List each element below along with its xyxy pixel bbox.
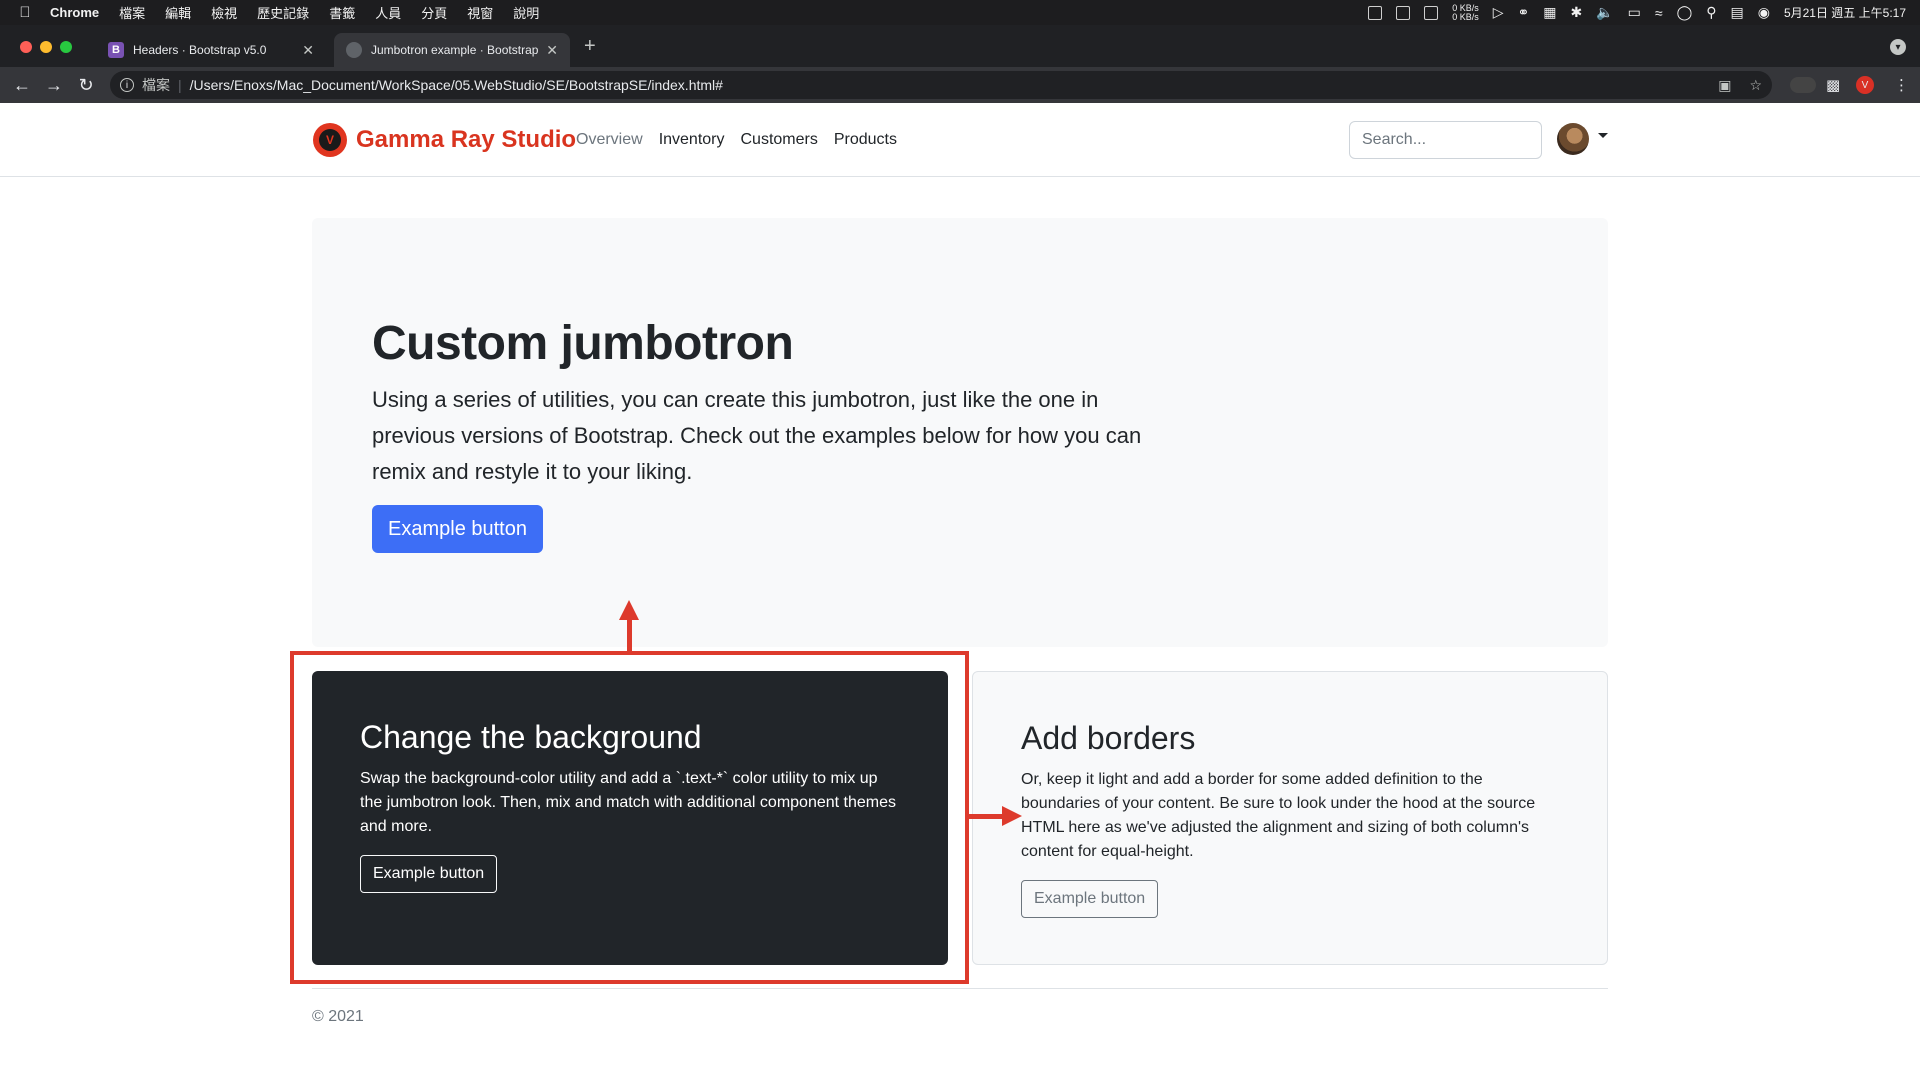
profile-extension-icon[interactable]: V xyxy=(1856,76,1874,94)
memory-monitor-icon[interactable] xyxy=(1396,5,1411,20)
extension-toggle-icon[interactable] xyxy=(1790,77,1816,93)
dark-card-text: Swap the background-color utility and ad… xyxy=(360,770,896,835)
play-icon[interactable]: ▷ xyxy=(1493,4,1504,21)
brand-logo-letter: V xyxy=(319,129,341,151)
user-icon[interactable]: ◯ xyxy=(1677,4,1693,21)
menubar-item-edit[interactable]: 編輯 xyxy=(165,3,191,22)
disk-monitor-icon[interactable] xyxy=(1424,5,1439,20)
wifi-icon[interactable]: ≈ xyxy=(1655,5,1663,21)
nav-link-products[interactable]: Products xyxy=(834,131,897,149)
annotation-arrow-right-shaft xyxy=(969,814,1004,819)
browser-tab[interactable]: B Headers · Bootstrap v5.0 ✕ xyxy=(96,33,326,67)
footer-copyright: © 2021 xyxy=(312,1008,364,1025)
close-window-button[interactable] xyxy=(20,41,32,53)
volume-icon[interactable]: 🔈 xyxy=(1596,4,1613,21)
web-page: V Gamma Ray Studio Overview Inventory Cu… xyxy=(0,103,1920,1080)
annotation-arrow-right-icon xyxy=(1002,806,1022,826)
dark-feature-card: Change the background Swap the backgroun… xyxy=(312,671,948,965)
spotlight-icon[interactable]: ⚲ xyxy=(1706,4,1716,21)
zoom-window-button[interactable] xyxy=(60,41,72,53)
forward-arrow-icon[interactable]: → xyxy=(38,75,70,96)
extensions-puzzle-icon[interactable]: ▩ xyxy=(1826,76,1840,94)
siri-icon[interactable]: ◉ xyxy=(1758,4,1770,21)
menubar-item-view[interactable]: 檢視 xyxy=(211,3,237,22)
light-feature-card: Add borders Or, keep it light and add a … xyxy=(972,671,1608,965)
menubar-item-history[interactable]: 歷史記錄 xyxy=(257,3,309,22)
bookmark-star-icon[interactable]: ☆ xyxy=(1749,77,1762,94)
address-bar[interactable]: i 檔案 | /Users/Enoxs/Mac_Document/WorkSpa… xyxy=(110,71,1772,99)
nav-link-inventory[interactable]: Inventory xyxy=(659,131,725,149)
new-tab-icon[interactable]: + xyxy=(584,35,596,58)
bluetooth-icon[interactable]: ✱ xyxy=(1570,4,1582,21)
menubar-item-file[interactable]: 檔案 xyxy=(119,3,145,22)
light-card-title: Add borders xyxy=(1021,720,1196,756)
jumbotron-title: Custom jumbotron xyxy=(372,317,794,370)
window-controls xyxy=(20,41,72,53)
light-card-example-button[interactable]: Example button xyxy=(1021,880,1159,918)
tab-search-icon[interactable]: ▾ xyxy=(1890,39,1906,55)
macos-menubar:  Chrome 檔案 編輯 檢視 歷史記錄 書籤 人員 分頁 視窗 說明 0 … xyxy=(0,0,1920,25)
menubar-item-tab[interactable]: 分頁 xyxy=(421,3,447,22)
brand-logo-icon[interactable]: V xyxy=(313,123,347,157)
dropdown-caret-icon[interactable] xyxy=(1598,133,1608,138)
custom-jumbotron: Custom jumbotron Using a series of utili… xyxy=(312,218,1608,647)
control-center-icon[interactable]: ▤ xyxy=(1731,4,1744,21)
apple-logo-icon[interactable]:  xyxy=(14,4,36,21)
info-icon[interactable]: i xyxy=(120,78,134,92)
site-navbar: V Gamma Ray Studio Overview Inventory Cu… xyxy=(0,103,1920,177)
search-input[interactable] xyxy=(1349,121,1542,159)
footer-divider xyxy=(312,988,1608,989)
url-text[interactable]: /Users/Enoxs/Mac_Document/WorkSpace/05.W… xyxy=(190,77,723,93)
close-tab-icon[interactable]: ✕ xyxy=(546,42,558,59)
dark-card-example-button[interactable]: Example button xyxy=(360,855,498,893)
primary-nav: Overview Inventory Customers Products xyxy=(576,131,897,149)
translate-icon[interactable]: ▣ xyxy=(1718,77,1731,94)
bootstrap-favicon-icon: B xyxy=(108,42,124,58)
close-tab-icon[interactable]: ✕ xyxy=(302,42,314,59)
annotation-arrow-up-icon xyxy=(619,600,639,620)
jumbotron-example-button[interactable]: Example button xyxy=(372,505,543,553)
menubar-app-name[interactable]: Chrome xyxy=(50,5,99,20)
back-arrow-icon[interactable]: ← xyxy=(6,75,38,96)
glasses-icon[interactable]: ⚭ xyxy=(1518,4,1530,21)
menubar-item-people[interactable]: 人員 xyxy=(375,3,401,22)
input-method-icon[interactable]: ▦ xyxy=(1543,4,1556,21)
light-card-text: Or, keep it light and add a border for s… xyxy=(1021,771,1536,860)
browser-tab-active[interactable]: Jumbotron example · Bootstrap ✕ xyxy=(334,33,570,67)
url-scheme-label: 檔案 xyxy=(142,77,170,93)
browser-tabstrip: B Headers · Bootstrap v5.0 ✕ Jumbotron e… xyxy=(0,25,1920,67)
jumbotron-lead: Using a series of utilities, you can cre… xyxy=(372,387,1142,484)
minimize-window-button[interactable] xyxy=(40,41,52,53)
globe-favicon-icon xyxy=(346,42,362,58)
url-separator: | xyxy=(178,77,182,93)
menubar-datetime[interactable]: 5月21日 週五 上午5:17 xyxy=(1784,4,1906,21)
nav-link-overview[interactable]: Overview xyxy=(576,131,643,149)
more-menu-icon[interactable]: ⋮ xyxy=(1894,76,1909,94)
tab-title: Headers · Bootstrap v5.0 xyxy=(133,43,267,57)
menubar-item-window[interactable]: 視窗 xyxy=(467,3,493,22)
dark-card-title: Change the background xyxy=(360,719,702,755)
user-avatar[interactable] xyxy=(1557,123,1589,155)
omnibox-actions: ▣ ☆ xyxy=(1718,77,1762,94)
menubar-item-bookmarks[interactable]: 書籤 xyxy=(329,3,355,22)
menubar-item-help[interactable]: 說明 xyxy=(513,3,539,22)
cpu-monitor-icon[interactable] xyxy=(1368,5,1383,20)
net-down-speed: 0 KB/s xyxy=(1452,11,1479,22)
brand-name-link[interactable]: Gamma Ray Studio xyxy=(356,126,576,154)
network-speed[interactable]: 0 KB/s 0 KB/s xyxy=(1452,3,1479,22)
menubar-status-area: 0 KB/s 0 KB/s ▷ ⚭ ▦ ✱ 🔈 ▭ ≈ ◯ ⚲ ▤ ◉ 5月21… xyxy=(1368,3,1906,22)
battery-icon[interactable]: ▭ xyxy=(1628,4,1641,21)
reload-icon[interactable]: ↻ xyxy=(70,75,102,96)
tab-title: Jumbotron example · Bootstrap xyxy=(371,43,539,57)
browser-toolbar: ← → ↻ i 檔案 | /Users/Enoxs/Mac_Document/W… xyxy=(0,67,1920,103)
nav-link-customers[interactable]: Customers xyxy=(741,131,818,149)
annotation-arrow-up-shaft xyxy=(627,618,632,652)
